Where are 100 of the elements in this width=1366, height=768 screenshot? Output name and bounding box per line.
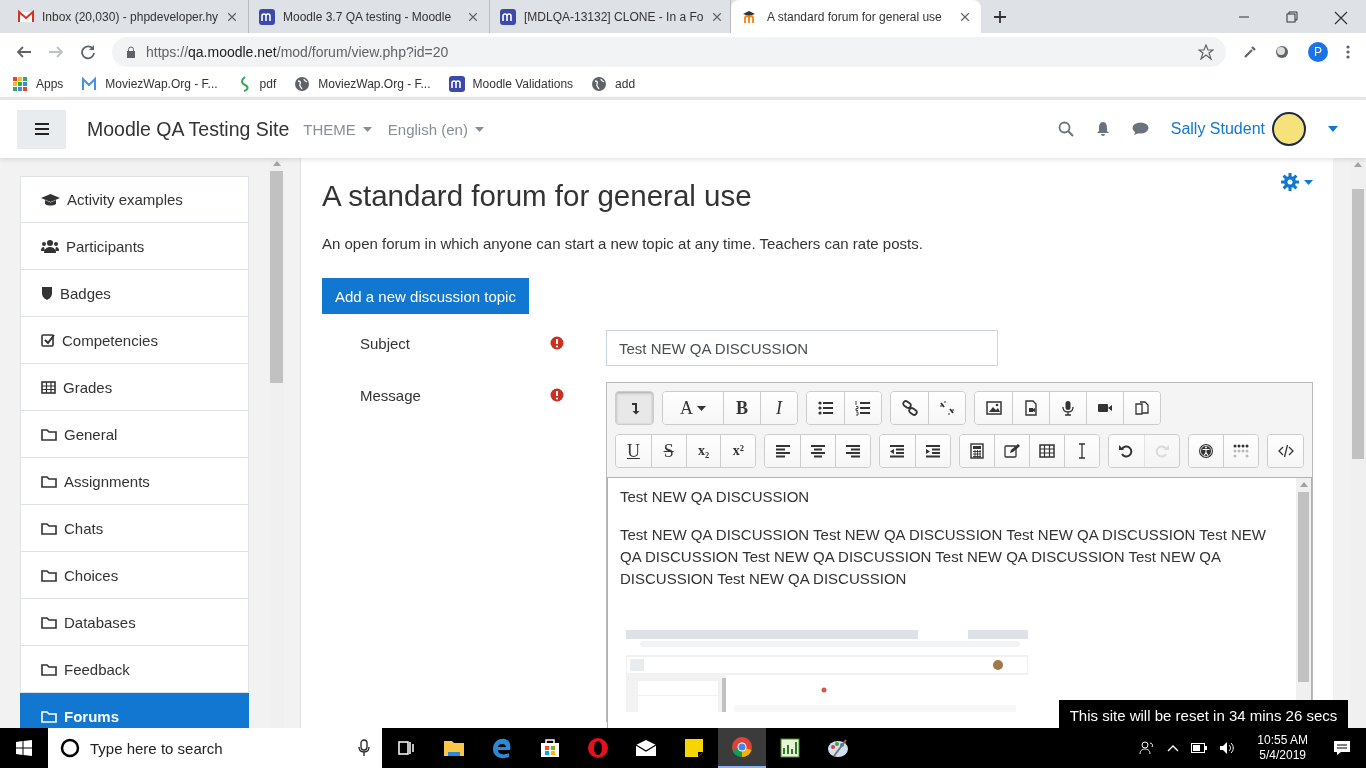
drawer-item[interactable]: Forums <box>20 693 249 728</box>
menu-button[interactable] <box>17 109 66 149</box>
superscript-button[interactable]: x² <box>720 435 756 467</box>
toolbar-button[interactable] <box>1086 392 1123 424</box>
toolbar-button[interactable] <box>994 435 1030 467</box>
toolbar-button[interactable] <box>1123 392 1160 424</box>
subject-field[interactable]: Test NEW QA DISCUSSION <box>606 330 998 366</box>
toolbar-button[interactable] <box>1049 392 1086 424</box>
close-icon[interactable] <box>467 10 479 23</box>
subscript-button[interactable]: x₂ <box>685 435 721 467</box>
toolbar-button[interactable] <box>807 392 844 424</box>
strikethrough-button[interactable]: S <box>650 435 686 467</box>
user-name[interactable]: Sally Student <box>1170 120 1265 138</box>
site-name[interactable]: Moodle QA Testing Site <box>87 117 290 141</box>
toolbar-button[interactable] <box>879 435 915 467</box>
chart-app-icon[interactable] <box>778 736 802 760</box>
new-tab-icon[interactable] <box>993 9 1007 24</box>
browser-tab[interactable]: Moodle 3.7 QA testing - Moodle <box>249 0 490 33</box>
accessibility-icon <box>1197 443 1214 459</box>
chrome-icon[interactable] <box>730 735 754 759</box>
opera-icon[interactable] <box>586 736 610 760</box>
forum-description: An open forum in which anyone can start a new topic at any time. Teachers can rate posts. <box>322 234 924 254</box>
taskbar-clock[interactable]: 10:55 AM 5/4/2019 <box>1257 733 1308 763</box>
toolbar-button[interactable] <box>1108 435 1144 467</box>
close-icon[interactable] <box>711 10 724 23</box>
font-style-button[interactable]: A <box>663 392 723 424</box>
more-menu-icon[interactable] <box>1346 43 1350 60</box>
toolbar-button[interactable] <box>1268 435 1303 467</box>
close-icon[interactable] <box>959 10 971 23</box>
toolbar-button[interactable] <box>800 435 835 467</box>
underline-button[interactable]: U <box>616 435 651 467</box>
windows-icon[interactable] <box>16 740 32 756</box>
caret-icon[interactable] <box>1328 126 1338 132</box>
drawer-item[interactable]: Chats <box>20 505 249 552</box>
notifications-icon[interactable] <box>1333 740 1351 756</box>
restore-icon[interactable] <box>1286 11 1298 23</box>
drawer-item[interactable]: Feedback <box>20 646 249 693</box>
drawer-item[interactable]: Activity examples <box>20 176 249 223</box>
toolbar-button[interactable] <box>844 392 881 424</box>
toolbar-button[interactable] <box>616 392 653 424</box>
browser-tab[interactable]: A standard forum for general use <box>731 0 981 33</box>
bell-icon[interactable] <box>1095 121 1110 137</box>
toolbar-button[interactable] <box>1012 392 1049 424</box>
drawer-item[interactable]: Databases <box>20 599 249 646</box>
sticky-note-icon[interactable] <box>682 736 706 760</box>
add-topic-button[interactable]: Add a new discussion topic <box>322 278 529 314</box>
scrollbar-thumb[interactable] <box>1352 189 1364 459</box>
toolbar-button[interactable] <box>975 392 1012 424</box>
bookmark[interactable]: Moodle Validations <box>448 75 574 92</box>
settings-icon[interactable] <box>1280 172 1300 192</box>
extension-icon[interactable] <box>1274 43 1290 60</box>
browser-tab[interactable]: Inbox (20,030) - phpdeveloper.hy <box>8 0 249 33</box>
toolbar-button[interactable] <box>1188 435 1224 467</box>
back-icon[interactable] <box>16 43 32 60</box>
microphone-icon[interactable] <box>358 739 370 757</box>
address-bar[interactable]: https://qa.moodle.net/mod/forum/view.php?id=20 <box>112 36 1226 67</box>
close-icon[interactable] <box>226 10 239 23</box>
drawer-item[interactable]: Grades <box>20 364 249 411</box>
volume-icon[interactable] <box>1219 741 1236 755</box>
folder-icon <box>41 521 57 535</box>
toolbar-button[interactable] <box>765 435 801 467</box>
chevron-up-icon[interactable] <box>1167 744 1180 752</box>
profile-button[interactable]: P <box>1308 41 1328 62</box>
drawer-item[interactable]: Competencies <box>20 317 249 364</box>
toolbar-button[interactable] <box>1029 435 1064 467</box>
align-right-icon <box>844 443 861 459</box>
star-icon[interactable] <box>1198 43 1214 60</box>
drawer-item[interactable]: Badges <box>20 270 249 317</box>
avatar[interactable] <box>1272 112 1306 146</box>
drawer-item[interactable]: General <box>20 411 249 458</box>
toolbar-button[interactable] <box>891 392 928 424</box>
required-icon <box>550 388 564 402</box>
toolbar-button[interactable] <box>835 435 870 467</box>
taskbar-search-field[interactable]: Type here to search <box>48 728 382 768</box>
drawer-item[interactable]: Assignments <box>20 458 249 505</box>
italic-button[interactable]: I <box>760 392 797 424</box>
drawer-item[interactable]: Choices <box>20 552 249 599</box>
people-icon[interactable] <box>1139 740 1156 756</box>
eyedropper-icon[interactable] <box>1242 43 1258 60</box>
toolbar-button[interactable] <box>1063 435 1099 467</box>
scrollbar-thumb[interactable] <box>270 171 283 383</box>
search-icon[interactable] <box>1057 121 1074 137</box>
scrollbar-thumb[interactable] <box>1298 492 1309 682</box>
chat-icon[interactable] <box>1131 122 1149 136</box>
bookmark[interactable]: add <box>591 75 636 92</box>
reload-icon[interactable] <box>80 43 96 60</box>
toolbar-button[interactable] <box>959 435 995 467</box>
redo-icon <box>1153 443 1170 459</box>
bookmark[interactable]: Apps <box>12 75 64 92</box>
bookmark[interactable]: pdf <box>235 75 277 92</box>
bookmark[interactable]: MoviezWap.Org - F... <box>81 75 218 92</box>
bookmark[interactable]: MoviezWap.Org - F... <box>294 75 431 92</box>
drawer-item[interactable]: Participants <box>20 223 249 270</box>
battery-icon[interactable] <box>1191 743 1208 753</box>
bold-button[interactable]: B <box>723 392 760 424</box>
table-icon <box>1039 443 1056 459</box>
close-icon[interactable] <box>1334 11 1348 25</box>
store-bag-icon[interactable] <box>538 736 562 760</box>
browser-tab[interactable]: [MDLQA-13132] CLONE - In a Fo <box>490 0 731 33</box>
toolbar-button[interactable] <box>914 435 950 467</box>
